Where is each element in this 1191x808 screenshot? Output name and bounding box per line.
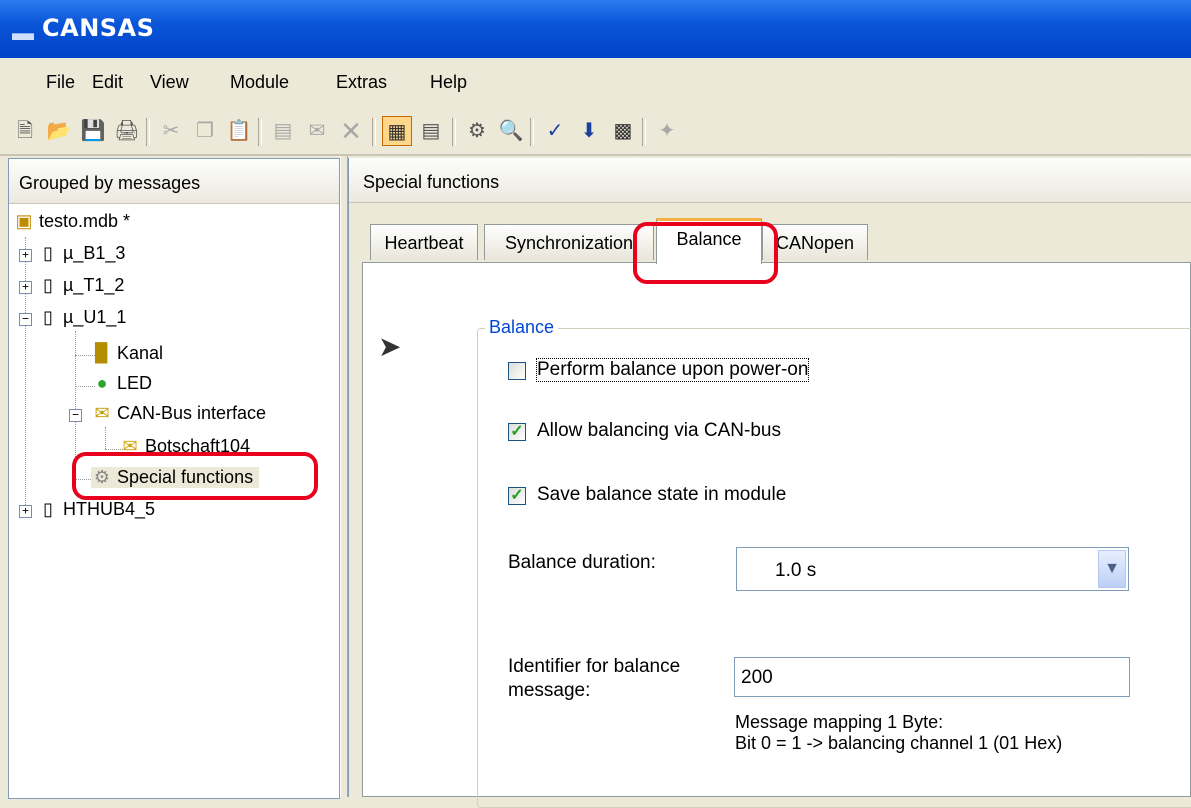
properties-pane-title: Special functions (363, 172, 500, 192)
toolbar-separator (642, 118, 646, 146)
copy-icon[interactable]: ❐ (190, 116, 220, 146)
add-channel-icon[interactable]: ▤ (268, 116, 298, 146)
tree-pane-title: Grouped by messages (19, 173, 201, 193)
balance-duration-label: Balance duration: (508, 552, 656, 573)
find-icon[interactable]: 🔍 (496, 116, 526, 146)
magic-wand-icon[interactable]: ✦ (652, 116, 682, 146)
menu-file[interactable]: File (46, 72, 75, 93)
balance-group-title: Balance (485, 317, 559, 338)
tree-line (25, 237, 26, 509)
app-icon: ▬ (12, 20, 34, 45)
tree-root-label: testo.mdb * (39, 211, 131, 231)
module-icon: ▯ (43, 499, 53, 519)
toolbar-separator (372, 118, 376, 146)
tree-line (105, 427, 106, 449)
tree-item-label: CAN-Bus interface (117, 403, 267, 423)
toolbar-separator (146, 118, 150, 146)
balance-duration-select[interactable]: 1.0 s ▼ (736, 547, 1129, 591)
tree-item-label: µ_T1_2 (63, 275, 125, 295)
tree-pane-header: Grouped by messages (9, 159, 339, 204)
led-icon: ● (96, 373, 108, 393)
highlight-annotation (633, 222, 778, 284)
expand-icon[interactable]: + (19, 281, 32, 294)
tree-root[interactable]: ▣ testo.mdb * (13, 211, 130, 232)
print-icon[interactable]: 🖨 (112, 116, 142, 146)
tab-heartbeat[interactable]: Heartbeat (370, 224, 478, 260)
tree-item-module-u1[interactable]: ▯ µ_U1_1 (37, 307, 126, 328)
expand-icon[interactable]: + (19, 249, 32, 262)
note-line-1: Message mapping 1 Byte: (735, 712, 944, 732)
identifier-label-line1: Identifier for balance (508, 656, 681, 677)
module-icon: ▯ (43, 275, 53, 295)
can-bus-icon: ✉ (94, 403, 110, 423)
tree-item-label: µ_U1_1 (63, 307, 127, 327)
menu-extras[interactable]: Extras (336, 72, 387, 93)
tree-item-can-bus-interface[interactable]: ✉ CAN-Bus interface (91, 403, 266, 424)
identifier-label-line2: message: (508, 680, 591, 701)
highlight-annotation (72, 452, 318, 500)
title-bar: ▬ CANSAS (0, 0, 1191, 58)
chevron-down-icon[interactable]: ▼ (1098, 550, 1126, 588)
save-balance-state-checkbox[interactable]: ✓ (508, 487, 526, 505)
toolbar-separator (452, 118, 456, 146)
tree-item-label: Kanal (117, 343, 164, 363)
collapse-icon[interactable]: − (69, 409, 82, 422)
database-icon: ▣ (15, 211, 33, 231)
check-icon[interactable]: ✓ (540, 116, 570, 146)
tree-item-kanal[interactable]: ▉ Kanal (91, 343, 163, 364)
grouped-by-messages-icon[interactable]: ▦ (382, 116, 412, 146)
menu-help[interactable]: Help (430, 72, 467, 93)
perform-balance-checkbox[interactable] (508, 362, 526, 380)
menu-edit[interactable]: Edit (92, 72, 123, 93)
allow-balancing-label[interactable]: Allow balancing via CAN-bus (537, 420, 781, 442)
expand-icon[interactable]: + (19, 505, 32, 518)
module-icon: ▯ (43, 243, 53, 263)
allow-balancing-checkbox[interactable]: ✓ (508, 423, 526, 441)
collapse-icon[interactable]: − (19, 313, 32, 326)
pane-splitter[interactable] (340, 156, 348, 797)
paste-icon[interactable]: 📋 (224, 116, 254, 146)
cut-icon[interactable]: ✂ (156, 116, 186, 146)
toolbar-separator (258, 118, 262, 146)
tree-item-module-t1[interactable]: ▯ µ_T1_2 (37, 275, 124, 296)
identifier-input[interactable]: 200 (734, 657, 1130, 697)
window-title: CANSAS (42, 14, 155, 42)
menu-bar: File Edit View Module Extras Help (0, 58, 1191, 108)
toolbar: 🗎 📂 💾 🖨 ✂ ❐ 📋 ▤ ✉ ✕ ▦ ▤ ⚙ 🔍 ✓ ⬇ ▩ ✦ (0, 108, 1191, 156)
balance-icon: ➤ (378, 331, 402, 362)
tree-item-led[interactable]: ● LED (91, 373, 152, 394)
delete-icon[interactable]: ✕ (336, 116, 366, 146)
tree-item-label: HTHUB4_5 (63, 499, 156, 519)
save-icon[interactable]: 💾 (78, 116, 108, 146)
tree-item-module-b1[interactable]: ▯ µ_B1_3 (37, 243, 125, 264)
display-icon[interactable]: ▩ (608, 116, 638, 146)
toolbar-separator (530, 118, 534, 146)
perform-balance-label[interactable]: Perform balance upon power-on (535, 358, 810, 382)
message-mapping-note: Message mapping 1 Byte: Bit 0 = 1 -> bal… (735, 712, 1062, 754)
search-modules-icon[interactable]: ⚙ (462, 116, 492, 146)
new-icon[interactable]: 🗎 (10, 116, 40, 146)
tab-synchronization[interactable]: Synchronization (484, 224, 654, 260)
menu-view[interactable]: View (150, 72, 189, 93)
save-balance-state-label[interactable]: Save balance state in module (537, 484, 786, 506)
download-icon[interactable]: ⬇ (574, 116, 604, 146)
add-message-icon[interactable]: ✉ (302, 116, 332, 146)
balance-duration-value: 1.0 s (775, 560, 817, 581)
tree-item-label: µ_B1_3 (63, 243, 126, 263)
channel-icon: ▉ (95, 343, 109, 363)
properties-pane-header: Special functions (349, 158, 1191, 203)
open-icon[interactable]: 📂 (44, 116, 74, 146)
grouped-by-channels-icon[interactable]: ▤ (416, 116, 446, 146)
menu-module[interactable]: Module (230, 72, 289, 93)
tree-item-label: LED (117, 373, 153, 393)
note-line-2: Bit 0 = 1 -> balancing channel 1 (01 Hex… (735, 733, 1063, 753)
module-icon: ▯ (43, 307, 53, 327)
tree-item-module-hthub4[interactable]: ▯ HTHUB4_5 (37, 499, 155, 520)
